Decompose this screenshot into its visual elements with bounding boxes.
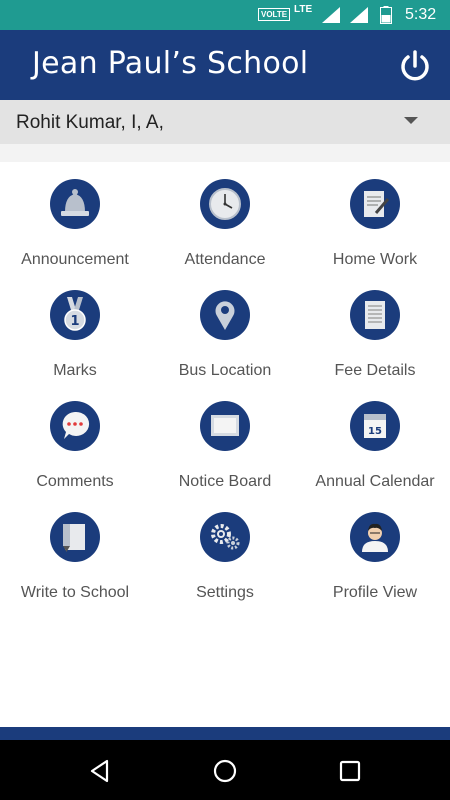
- divider: [0, 144, 450, 162]
- menu-label: Home Work: [332, 251, 418, 268]
- menu-profile-view[interactable]: Profile View: [300, 495, 450, 606]
- selected-student: Rohit Kumar, I, A,: [16, 112, 164, 133]
- menu-attendance[interactable]: Attendance: [150, 162, 300, 273]
- battery-icon: [380, 6, 392, 24]
- menu-label: Fee Details: [334, 362, 416, 379]
- menu-label: Annual Calendar: [315, 473, 435, 490]
- menu-label: Profile View: [332, 584, 418, 601]
- school-title: Jean Paul’s School: [32, 46, 309, 81]
- menu-fee-details[interactable]: Fee Details: [300, 273, 450, 384]
- menu-annual-calendar[interactable]: 15 Annual Calendar: [300, 384, 450, 495]
- network-type: LTE: [294, 4, 313, 15]
- recents-icon[interactable]: [337, 758, 363, 784]
- back-icon[interactable]: [87, 758, 113, 784]
- bottom-strip: [0, 727, 450, 740]
- menu-label: Notice Board: [178, 473, 272, 490]
- signal-icon: [322, 7, 340, 23]
- clock: 5:32: [405, 6, 437, 23]
- svg-text:1: 1: [70, 314, 79, 329]
- menu-home-work[interactable]: Home Work: [300, 162, 450, 273]
- menu-label: Marks: [53, 362, 97, 379]
- receipt-icon: [350, 290, 400, 340]
- menu-announcement[interactable]: Announcement: [0, 162, 150, 273]
- gears-icon: [200, 512, 250, 562]
- menu-notice-board[interactable]: Notice Board: [150, 384, 300, 495]
- menu-marks[interactable]: 1 Marks: [0, 273, 150, 384]
- map-pin-icon: [200, 290, 250, 340]
- clock-icon: [200, 179, 250, 229]
- menu-label: Announcement: [21, 251, 129, 268]
- menu-write-to-school[interactable]: Write to School: [0, 495, 150, 606]
- board-icon: [200, 401, 250, 451]
- menu-label: Attendance: [184, 251, 266, 268]
- speech-bubble-icon: [50, 401, 100, 451]
- notepad-icon: [350, 179, 400, 229]
- menu-bus-location[interactable]: Bus Location: [150, 273, 300, 384]
- dropdown-arrow-icon: [404, 117, 418, 124]
- calendar-day: 15: [368, 426, 382, 437]
- home-icon[interactable]: [212, 758, 238, 784]
- user-avatar-icon: [350, 512, 400, 562]
- menu-label: Comments: [36, 473, 114, 490]
- menu-label: Write to School: [20, 584, 130, 601]
- volte-indicator: VOLTE: [258, 8, 291, 21]
- student-selector[interactable]: Rohit Kumar, I, A,: [0, 100, 450, 144]
- navigation-bar: [0, 740, 450, 800]
- menu-comments[interactable]: Comments: [0, 384, 150, 495]
- menu-settings[interactable]: Settings: [150, 495, 300, 606]
- bell-icon: [50, 179, 100, 229]
- power-icon[interactable]: [396, 47, 434, 85]
- menu-label: Bus Location: [178, 362, 272, 379]
- menu-label: Settings: [196, 584, 254, 601]
- medal-icon: 1: [50, 290, 100, 340]
- app-bar: Jean Paul’s School: [0, 30, 450, 100]
- signal-icon: [350, 7, 368, 23]
- status-bar: VOLTE LTE 5:32: [0, 0, 450, 30]
- calendar-icon: 15: [350, 401, 400, 451]
- write-icon: [50, 512, 100, 562]
